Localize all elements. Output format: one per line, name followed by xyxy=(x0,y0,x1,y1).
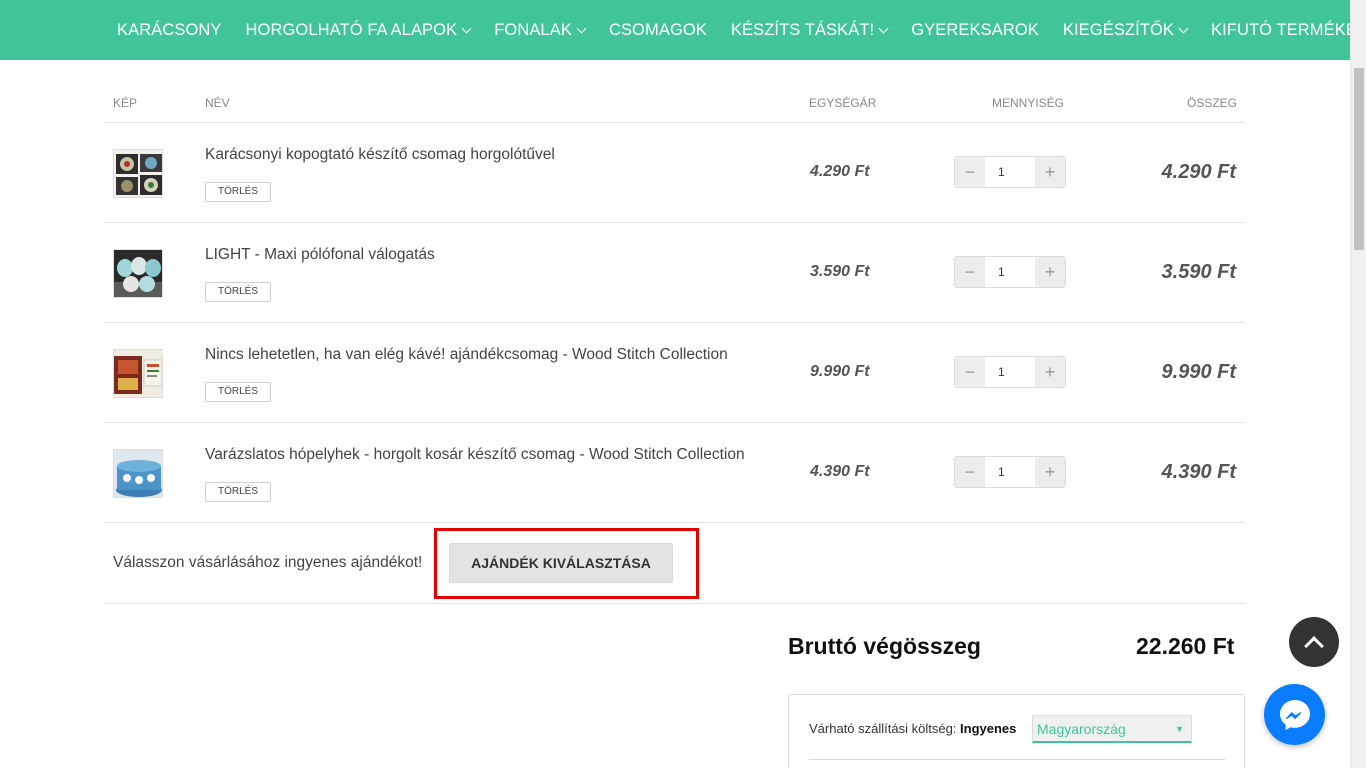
messenger-icon xyxy=(1279,699,1310,730)
nav-item-fonalak[interactable]: FONALAK xyxy=(494,20,587,40)
choose-gift-button[interactable]: AJÁNDÉK KIVÁLASZTÁSA xyxy=(449,543,673,583)
chevron-down-icon xyxy=(1178,23,1189,33)
nav-item-label: GYEREKSAROK xyxy=(911,20,1039,39)
minus-icon[interactable]: − xyxy=(955,157,985,187)
scrollbar-thumb[interactable] xyxy=(1354,68,1364,250)
plus-icon[interactable]: + xyxy=(1035,157,1065,187)
column-header-name: NÉV xyxy=(205,96,230,110)
chevron-down-icon: ▼ xyxy=(1175,724,1184,734)
column-header-quantity: MENNYISÉG xyxy=(992,96,1065,110)
minus-icon[interactable]: − xyxy=(955,257,985,287)
plus-icon[interactable]: + xyxy=(1035,257,1065,287)
column-header-unit-price: EGYSÉGÁR xyxy=(809,96,877,110)
nav-item-karacsony[interactable]: KARÁCSONY xyxy=(117,21,222,40)
product-name[interactable]: Nincs lehetetlen, ha van elég kávé! aján… xyxy=(205,346,728,364)
country-select[interactable]: Magyarország ▼ xyxy=(1032,715,1192,743)
messenger-chat-button[interactable] xyxy=(1264,684,1325,745)
gross-total-label: Bruttó végösszeg xyxy=(788,633,981,659)
quantity-stepper: − 1 + xyxy=(954,256,1066,288)
nav-item-keszits-taskat[interactable]: KÉSZÍTS TÁSKÁT! xyxy=(730,20,889,40)
nav-item-csomagok[interactable]: CSOMAGOK xyxy=(609,21,707,40)
nav-item-label: HORGOLHATÓ FA ALAPOK xyxy=(245,20,458,39)
unit-price: 3.590 Ft xyxy=(810,263,870,280)
delete-button[interactable]: TÖRLÉS xyxy=(205,482,272,502)
column-header-image: KÉP xyxy=(113,96,138,110)
chevron-down-icon xyxy=(878,23,889,33)
cart-table-header: KÉP NÉV EGYSÉGÁR MENNYISÉG ÖSSZEG xyxy=(104,80,1245,123)
line-total: 3.590 Ft xyxy=(1161,261,1236,283)
quantity-stepper: − 1 + xyxy=(954,156,1066,188)
unit-price: 4.290 Ft xyxy=(810,163,870,180)
divider xyxy=(809,759,1225,760)
shipping-cost-label: Várható szállítási költség: xyxy=(809,721,957,736)
shipping-cost-text: Várható szállítási költség: Ingyenes xyxy=(809,721,1016,736)
nav-item-label: KÉSZÍTS TÁSKÁT! xyxy=(730,20,875,39)
nav-item-label: CSOMAGOK xyxy=(608,20,707,39)
nav-item-label: KARÁCSONY xyxy=(117,20,222,39)
quantity-input[interactable]: 1 xyxy=(985,357,1035,387)
unit-price: 4.390 Ft xyxy=(810,463,870,480)
line-total: 9.990 Ft xyxy=(1161,361,1236,383)
delete-button[interactable]: TÖRLÉS xyxy=(205,382,272,402)
free-gift-text: Válasszon vásárlásához ingyenes ajándéko… xyxy=(113,554,423,571)
plus-icon[interactable]: + xyxy=(1035,357,1065,387)
product-thumbnail[interactable] xyxy=(113,449,163,498)
minus-icon[interactable]: − xyxy=(955,457,985,487)
chevron-down-icon xyxy=(461,23,472,33)
top-navigation: KARÁCSONY HORGOLHATÓ FA ALAPOK FONALAK C… xyxy=(0,0,1366,60)
cart-row: Karácsonyi kopogtató készítő csomag horg… xyxy=(104,123,1245,223)
quantity-stepper: − 1 + xyxy=(954,456,1066,488)
product-thumbnail[interactable] xyxy=(113,349,163,398)
line-total: 4.290 Ft xyxy=(1161,161,1236,183)
product-thumbnail[interactable] xyxy=(113,149,163,198)
country-select-value: Magyarország xyxy=(1037,721,1126,737)
nav-item-kifuto-termekek[interactable]: KIFUTÓ TERMÉKEK xyxy=(1211,21,1366,40)
quantity-input[interactable]: 1 xyxy=(985,157,1035,187)
page-scrollbar[interactable] xyxy=(1350,0,1366,768)
cart-row: LIGHT - Maxi pólófonal válogatás TÖRLÉS … xyxy=(104,223,1245,323)
gross-total-value: 22.260 Ft xyxy=(1136,633,1235,659)
quantity-input[interactable]: 1 xyxy=(985,257,1035,287)
delete-button[interactable]: TÖRLÉS xyxy=(205,182,272,202)
cart-table: KÉP NÉV EGYSÉGÁR MENNYISÉG ÖSSZEG Karács… xyxy=(104,80,1245,604)
chevron-down-icon xyxy=(576,23,587,33)
column-header-total: ÖSSZEG xyxy=(1186,96,1237,110)
quantity-stepper: − 1 + xyxy=(954,356,1066,388)
product-name[interactable]: Karácsonyi kopogtató készítő csomag horg… xyxy=(205,146,555,164)
free-gift-row: Válasszon vásárlásához ingyenes ajándéko… xyxy=(104,523,1245,604)
cart-row: Nincs lehetetlen, ha van elég kávé! aján… xyxy=(104,323,1245,423)
chevron-up-icon xyxy=(1304,635,1324,656)
plus-icon[interactable]: + xyxy=(1035,457,1065,487)
nav-item-kiegeszitok[interactable]: KIEGÉSZÍTŐK xyxy=(1062,20,1189,40)
shipping-cost-value: Ingyenes xyxy=(960,721,1017,736)
nav-item-horgolhato-fa-alapok[interactable]: HORGOLHATÓ FA ALAPOK xyxy=(245,20,472,40)
minus-icon[interactable]: − xyxy=(955,357,985,387)
unit-price: 9.990 Ft xyxy=(810,363,870,380)
product-name[interactable]: LIGHT - Maxi pólófonal válogatás xyxy=(205,246,435,264)
nav-item-label: KIEGÉSZÍTŐK xyxy=(1062,20,1175,39)
shipping-box: Várható szállítási költség: Ingyenes Mag… xyxy=(788,694,1245,768)
delete-button[interactable]: TÖRLÉS xyxy=(205,282,272,302)
nav-item-label: FONALAK xyxy=(494,20,572,39)
scroll-to-top-button[interactable] xyxy=(1289,617,1339,667)
quantity-input[interactable]: 1 xyxy=(985,457,1035,487)
nav-item-gyereksarok[interactable]: GYEREKSAROK xyxy=(911,21,1039,40)
product-thumbnail[interactable] xyxy=(113,249,163,298)
product-name[interactable]: Varázslatos hópelyhek - horgolt kosár ké… xyxy=(205,446,745,464)
cart-row: Varázslatos hópelyhek - horgolt kosár ké… xyxy=(104,423,1245,523)
line-total: 4.390 Ft xyxy=(1161,461,1236,483)
nav-item-label: KIFUTÓ TERMÉKEK xyxy=(1211,20,1366,39)
